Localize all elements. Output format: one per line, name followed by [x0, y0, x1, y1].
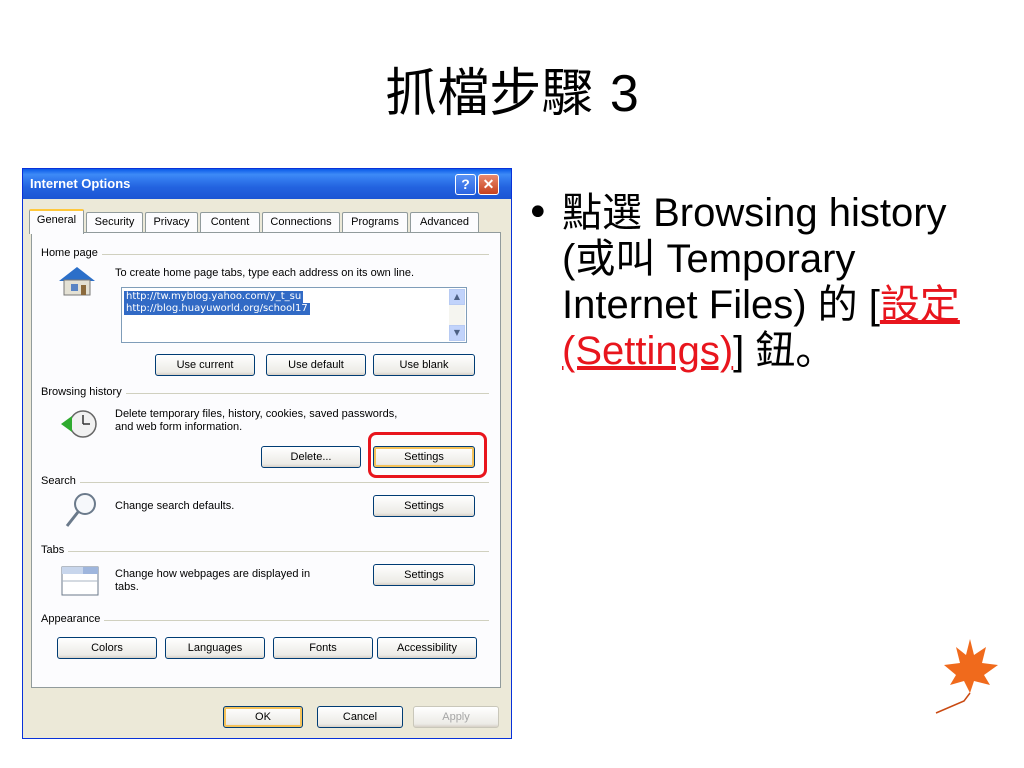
use-current-button[interactable]: Use current [155, 354, 255, 376]
tabs-window-icon [61, 566, 99, 596]
slide-title: 抓檔步驟 3 [0, 58, 1024, 130]
tabs-description-1: Change how webpages are displayed in [115, 568, 311, 580]
help-button[interactable]: ? [455, 174, 476, 195]
home-page-label: Home page [41, 247, 102, 259]
tabs-divider [41, 551, 489, 552]
instruction-part5: 的 [817, 282, 858, 328]
tab-connections[interactable]: Connections [262, 212, 340, 232]
search-divider [41, 482, 489, 483]
dialog-titlebar: Internet Options ? ✕ [23, 169, 511, 199]
dialog-title: Internet Options [30, 176, 131, 191]
magnifier-icon [65, 493, 96, 527]
house-icon [59, 267, 95, 296]
cancel-button[interactable]: Cancel [317, 706, 403, 728]
instruction-text: 點選 Browsing history (或叫 Temporary Intern… [562, 190, 982, 374]
search-label: Search [41, 475, 80, 487]
tab-security[interactable]: Security [86, 212, 143, 232]
home-page-description: To create home page tabs, type each addr… [115, 267, 415, 279]
languages-button[interactable]: Languages [165, 637, 265, 659]
use-default-button[interactable]: Use default [266, 354, 366, 376]
tab-content[interactable]: Content [200, 212, 260, 232]
home-page-address-box[interactable]: http://tw.myblog.yahoo.com/y_t_su http:/… [121, 287, 467, 343]
appearance-divider [41, 620, 489, 621]
browsing-history-description-1: Delete temporary files, history, cookies… [115, 408, 398, 420]
settings-link-en[interactable]: (Settings) [562, 329, 733, 373]
instruction-part3: 或叫 [575, 236, 656, 282]
tab-advanced[interactable]: Advanced [410, 212, 479, 232]
tab-general[interactable]: General [29, 209, 84, 234]
instruction-part1: 點選 [562, 190, 642, 236]
scroll-down-icon[interactable]: ▼ [449, 325, 465, 341]
home-address-1: http://tw.myblog.yahoo.com/y_t_su [124, 291, 304, 303]
bullet-marker: • [526, 190, 550, 236]
slide-title-number: 3 [609, 65, 639, 123]
address-scrollbar[interactable]: ▲ ▼ [449, 289, 465, 341]
close-button[interactable]: ✕ [478, 174, 499, 195]
instruction-part6: [ [857, 283, 880, 327]
appearance-label: Appearance [41, 613, 105, 625]
scroll-up-icon[interactable]: ▲ [449, 289, 465, 305]
tabs-label: Tabs [41, 544, 69, 556]
browsing-history-description-2: and web form information. [115, 421, 243, 433]
tab-privacy[interactable]: Privacy [145, 212, 198, 232]
instruction-part7: ] [733, 329, 756, 373]
tabs-description-2: tabs. [115, 581, 139, 593]
use-blank-button[interactable]: Use blank [373, 354, 475, 376]
maple-leaf-icon [935, 639, 998, 714]
home-page-divider [41, 254, 489, 255]
slide-title-text: 抓檔步驟 [385, 64, 594, 124]
settings-link-cjk[interactable]: 設定 [880, 282, 960, 328]
ok-button[interactable]: OK [223, 706, 303, 728]
fonts-button[interactable]: Fonts [273, 637, 373, 659]
tabs-settings-button[interactable]: Settings [373, 564, 475, 586]
apply-button[interactable]: Apply [413, 706, 499, 728]
home-address-2: http://blog.huayuworld.org/school17 [124, 303, 310, 315]
tab-programs[interactable]: Programs [342, 212, 408, 232]
search-description: Change search defaults. [115, 500, 235, 512]
history-clock-icon [61, 410, 97, 438]
delete-history-button[interactable]: Delete... [261, 446, 361, 468]
search-settings-button[interactable]: Settings [373, 495, 475, 517]
browsing-history-label: Browsing history [41, 386, 126, 398]
settings-highlight-box [368, 432, 487, 478]
accessibility-button[interactable]: Accessibility [377, 637, 477, 659]
colors-button[interactable]: Colors [57, 637, 157, 659]
instruction-part8: 鈕。 [755, 328, 836, 374]
